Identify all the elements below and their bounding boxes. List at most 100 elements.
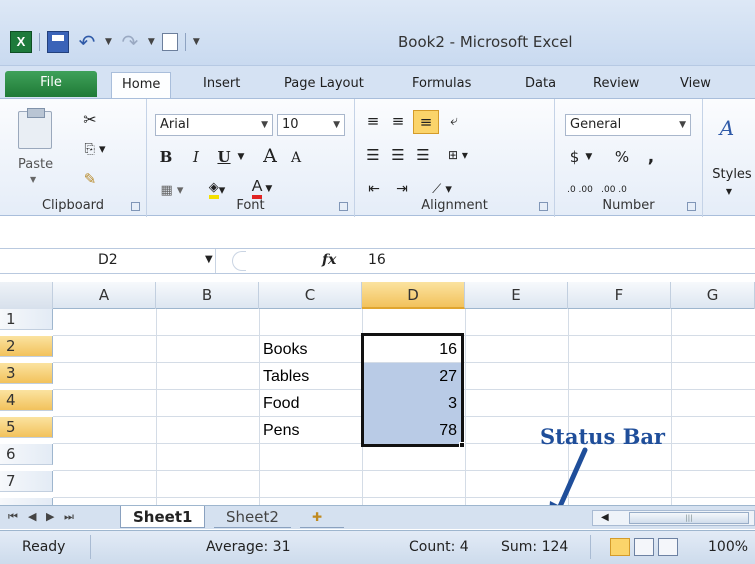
grow-font-button[interactable]: A (259, 144, 281, 168)
column-header-e[interactable]: E (465, 282, 568, 309)
cut-icon[interactable]: ✂ (80, 109, 100, 129)
font-group: Arial ▼ 10 ▼ B I U ▼ A A ▦ ▾ ◈ ▾ A ▼ Fon… (147, 99, 355, 217)
increase-indent-icon[interactable]: ⇥ (391, 179, 413, 199)
sheet-tab-sheet2[interactable]: Sheet2 (214, 506, 291, 528)
next-sheet-icon[interactable]: ▶ (46, 510, 54, 523)
shrink-font-button[interactable]: A (287, 147, 305, 169)
gridline (465, 309, 466, 505)
formula-input[interactable]: 16 (368, 252, 386, 268)
font-name-combo[interactable]: Arial ▼ (155, 114, 273, 136)
decrease-indent-icon[interactable]: ⇤ (363, 179, 385, 199)
align-top-icon[interactable]: ≡ (363, 111, 383, 131)
column-header-f[interactable]: F (568, 282, 671, 309)
title-bar: X ↶ ▼ ↷ ▼ ▼ Book2 - Microsoft Excel (0, 0, 755, 66)
styles-button[interactable]: Styles (707, 165, 755, 183)
tab-formulas[interactable]: Formulas (402, 72, 481, 98)
scrollbar-thumb[interactable]: ||| (629, 512, 749, 524)
excel-logo-icon[interactable]: X (10, 31, 32, 53)
cell-c3[interactable]: Tables (263, 366, 358, 387)
number-format-combo[interactable]: General ▼ (565, 114, 691, 136)
italic-button[interactable]: I (187, 146, 205, 168)
align-bottom-icon[interactable]: ≡ (413, 110, 439, 134)
percent-button[interactable]: % (611, 146, 633, 168)
underline-dropdown-icon[interactable]: ▼ (235, 146, 247, 168)
formula-bar-separator (232, 251, 246, 271)
row-header-6[interactable]: 6 (0, 444, 53, 465)
customize-qat-icon[interactable]: ▼ (193, 37, 200, 47)
comma-button[interactable]: , (643, 146, 659, 168)
column-header-b[interactable]: B (156, 282, 259, 309)
undo-icon[interactable]: ↶ (76, 31, 98, 53)
column-header-a[interactable]: A (53, 282, 156, 309)
orientation-icon[interactable]: ⟋ ▾ (425, 179, 459, 199)
tab-review[interactable]: Review (583, 72, 649, 98)
column-header-d[interactable]: D (362, 282, 465, 309)
copy-icon[interactable]: ⎘ ▾ (80, 139, 110, 159)
tab-view[interactable]: View (670, 72, 721, 98)
align-right-icon[interactable]: ☰ (413, 145, 433, 165)
column-header-g[interactable]: G (671, 282, 755, 309)
insert-function-icon[interactable]: fx (322, 252, 336, 268)
column-headers: A B C D E F G (0, 282, 755, 309)
bold-button[interactable]: B (157, 146, 175, 168)
cell-c2[interactable]: Books (263, 339, 358, 360)
font-size-combo[interactable]: 10 ▼ (277, 114, 345, 136)
align-center-icon[interactable]: ☰ (388, 145, 408, 165)
merge-center-icon[interactable]: ⊞ ▾ (441, 145, 475, 165)
alignment-launcher-icon[interactable] (539, 202, 548, 211)
prev-sheet-icon[interactable]: ◀ (28, 510, 36, 523)
currency-button[interactable]: $ ▼ (565, 146, 597, 168)
page-layout-view-icon[interactable] (634, 538, 654, 556)
styles-dropdown-icon[interactable]: ▼ (723, 185, 735, 197)
normal-view-icon[interactable] (610, 538, 630, 556)
name-box[interactable]: D2 ▼ (0, 249, 216, 273)
fill-handle[interactable] (459, 442, 465, 448)
redo-dropdown-icon[interactable]: ▼ (148, 37, 155, 47)
paste-dropdown-icon[interactable]: ▼ (30, 175, 36, 184)
page-break-preview-icon[interactable] (658, 538, 678, 556)
print-preview-icon[interactable] (161, 33, 178, 51)
chevron-down-icon[interactable]: ▼ (333, 115, 340, 135)
tab-page-layout[interactable]: Page Layout (274, 72, 374, 98)
gridline (53, 470, 755, 471)
insert-sheet-icon[interactable]: ✚ (300, 506, 344, 528)
last-sheet-icon[interactable]: ⏭ (64, 510, 74, 524)
row-header-3[interactable]: 3 (0, 363, 53, 384)
styles-icon[interactable]: A (715, 115, 739, 141)
paste-icon[interactable] (18, 108, 52, 149)
align-left-icon[interactable]: ☰ (363, 145, 383, 165)
row-header-7[interactable]: 7 (0, 471, 53, 492)
font-launcher-icon[interactable] (339, 202, 348, 211)
format-painter-icon[interactable]: ✎ (80, 169, 100, 189)
tab-insert[interactable]: Insert (193, 72, 250, 98)
chevron-down-icon[interactable]: ▼ (261, 115, 268, 135)
number-launcher-icon[interactable] (687, 202, 696, 211)
column-header-c[interactable]: C (259, 282, 362, 309)
align-middle-icon[interactable]: ≡ (388, 111, 408, 131)
row-header-5[interactable]: 5 (0, 417, 53, 438)
cell-c5[interactable]: Pens (263, 420, 358, 441)
window-title: Book2 - Microsoft Excel (398, 33, 573, 51)
undo-dropdown-icon[interactable]: ▼ (105, 37, 112, 47)
scroll-left-icon[interactable]: ◀ (601, 511, 609, 525)
zoom-level[interactable]: 100% (708, 539, 748, 555)
redo-icon[interactable]: ↷ (119, 31, 141, 53)
underline-button[interactable]: U (215, 146, 233, 168)
first-sheet-icon[interactable]: ⏮ (8, 510, 18, 524)
wrap-text-icon[interactable]: ⤶ (443, 111, 465, 131)
chevron-down-icon[interactable]: ▼ (679, 115, 686, 135)
horizontal-scrollbar[interactable]: ◀ ||| (592, 510, 755, 526)
tab-home[interactable]: Home (111, 72, 172, 98)
row-header-2[interactable]: 2 (0, 336, 53, 357)
tab-data[interactable]: Data (515, 72, 566, 98)
select-all-button[interactable] (0, 282, 53, 309)
chevron-down-icon[interactable]: ▼ (205, 254, 213, 265)
tab-file[interactable]: File (5, 71, 97, 97)
cell-c4[interactable]: Food (263, 393, 358, 414)
paste-button[interactable]: Paste (18, 157, 53, 172)
row-header-1[interactable]: 1 (0, 309, 53, 330)
row-header-4[interactable]: 4 (0, 390, 53, 411)
save-icon[interactable] (47, 31, 69, 53)
clipboard-launcher-icon[interactable] (131, 202, 140, 211)
sheet-tab-sheet1[interactable]: Sheet1 (120, 506, 206, 528)
